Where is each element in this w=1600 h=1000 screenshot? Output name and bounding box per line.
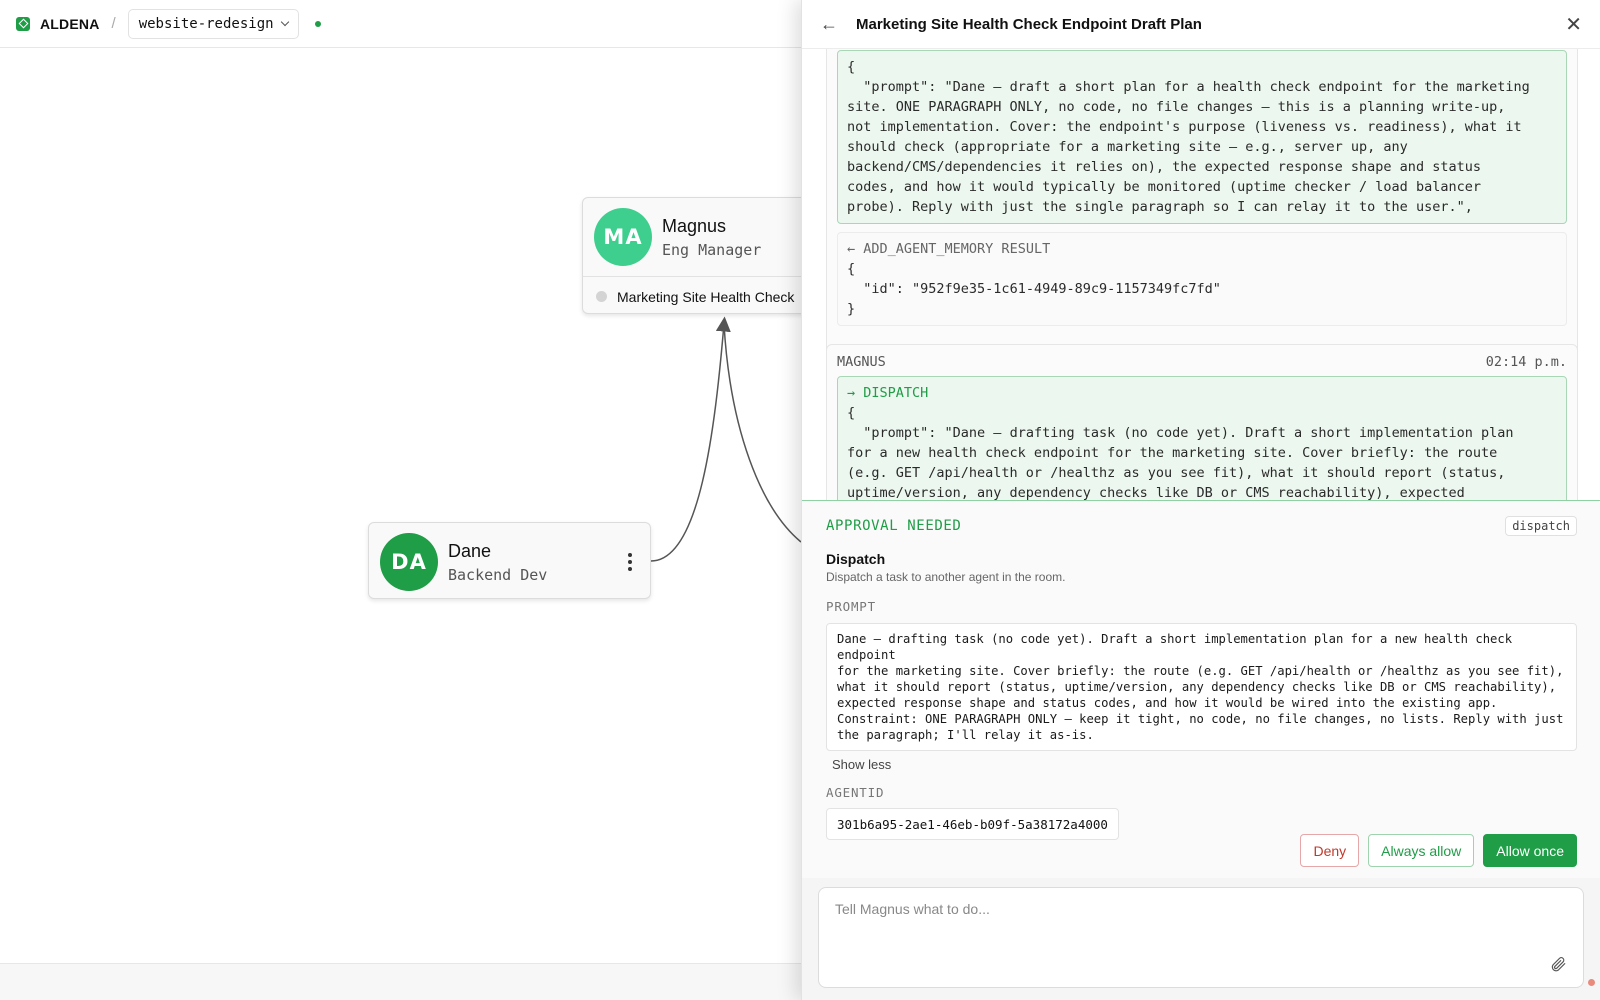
- edge-offscreen-to-magnus: [723, 323, 801, 543]
- message-card: { "prompt": "Dane — draft a short plan f…: [826, 49, 1578, 363]
- agent-canvas[interactable]: MA Magnus Eng Manager Marketing Site Hea…: [0, 48, 801, 963]
- tool-call-body: { "prompt": "Dane — drafting task (no co…: [847, 405, 1514, 500]
- allow-once-button[interactable]: Allow once: [1483, 834, 1577, 867]
- edges-layer: [650, 316, 801, 562]
- back-arrow-icon[interactable]: ←: [820, 14, 844, 35]
- task-title: Marketing Site Health Check: [617, 288, 795, 305]
- attach-paperclip-icon[interactable]: [1549, 955, 1567, 973]
- result-body: { "id": "952f9e35-1c61-4949-89c9-1157349…: [847, 261, 1221, 317]
- top-bar: ALDENA / website-redesign: [0, 0, 801, 48]
- arrow-right-icon: →: [847, 385, 864, 401]
- result-arrow-icon: ←: [847, 241, 864, 257]
- agentid-value: 301b6a95-2ae1-46eb-b09f-5a38172a4000: [826, 808, 1119, 840]
- agent-name: Magnus: [662, 215, 727, 236]
- agent-role: Eng Manager: [662, 240, 762, 259]
- message-header: MAGNUS 02:14 p.m.: [827, 345, 1577, 376]
- close-icon[interactable]: ✕: [1565, 12, 1582, 37]
- tool-tag-badge: dispatch: [1505, 516, 1577, 536]
- avatar: MA: [594, 208, 652, 266]
- drawer-header: ← Marketing Site Health Check Endpoint D…: [802, 0, 1600, 49]
- prompt-text: Dane — drafting task (no code yet). Draf…: [826, 623, 1577, 751]
- approval-title: Dispatch: [826, 551, 886, 567]
- message-sender: MAGNUS: [837, 354, 886, 370]
- agent-node-magnus[interactable]: MA Magnus Eng Manager Marketing Site Hea…: [582, 197, 801, 314]
- message-input[interactable]: Tell Magnus what to do...: [818, 887, 1584, 988]
- approval-description: Dispatch a task to another agent in the …: [826, 570, 1066, 584]
- app-logo-icon: [16, 16, 30, 31]
- message-input-placeholder: Tell Magnus what to do...: [835, 901, 990, 917]
- more-options-icon[interactable]: [628, 553, 632, 574]
- message-list[interactable]: { "prompt": "Dane — draft a short plan f…: [802, 49, 1600, 500]
- avatar: DA: [380, 533, 438, 591]
- chevron-down-icon: [280, 17, 289, 27]
- dispatch-label: DISPATCH: [863, 385, 929, 401]
- agent-role: Backend Dev: [448, 565, 548, 584]
- edge-dane-to-magnus: [650, 316, 731, 562]
- drawer-title: Marketing Site Health Check Endpoint Dra…: [856, 15, 1202, 33]
- deny-button[interactable]: Deny: [1300, 834, 1360, 867]
- connection-status-dot: [314, 20, 321, 27]
- composer-area: Tell Magnus what to do...: [802, 878, 1600, 1000]
- agent-name: Dane: [448, 540, 492, 561]
- approval-panel: APPROVAL NEEDED dispatch Dispatch Dispat…: [802, 500, 1600, 878]
- approval-actions: Deny Always allow Allow once: [1300, 834, 1577, 867]
- tool-result: ← ADD_AGENT_MEMORY RESULT { "id": "952f9…: [837, 232, 1567, 326]
- project-select[interactable]: website-redesign: [127, 8, 299, 39]
- task-drawer: ← Marketing Site Health Check Endpoint D…: [801, 0, 1600, 1000]
- prompt-label: PROMPT: [826, 599, 876, 614]
- tool-call-body: { "prompt": "Dane — draft a short plan f…: [837, 50, 1567, 224]
- project-name: website-redesign: [138, 15, 274, 32]
- task-status-dot: [596, 291, 607, 302]
- agentid-label: AGENTID: [826, 785, 885, 800]
- always-allow-button[interactable]: Always allow: [1368, 834, 1475, 867]
- agent-task[interactable]: Marketing Site Health Check: [583, 276, 801, 316]
- breadcrumb-separator: /: [111, 15, 116, 32]
- canvas-footer: [0, 963, 801, 1000]
- tool-call-block: → DISPATCH { "prompt": "Dane — drafting …: [837, 376, 1567, 500]
- result-label: ADD_AGENT_MEMORY RESULT: [863, 241, 1051, 257]
- message-card: MAGNUS 02:14 p.m. → DISPATCH { "prompt":…: [826, 344, 1578, 500]
- brand-name: ALDENA: [40, 15, 100, 32]
- approval-heading: APPROVAL NEEDED: [826, 518, 962, 534]
- message-time: 02:14 p.m.: [1485, 354, 1567, 370]
- agent-node-dane[interactable]: DA Dane Backend Dev: [368, 522, 651, 599]
- notification-dot: [1588, 979, 1595, 986]
- show-less-link[interactable]: Show less: [832, 757, 1577, 772]
